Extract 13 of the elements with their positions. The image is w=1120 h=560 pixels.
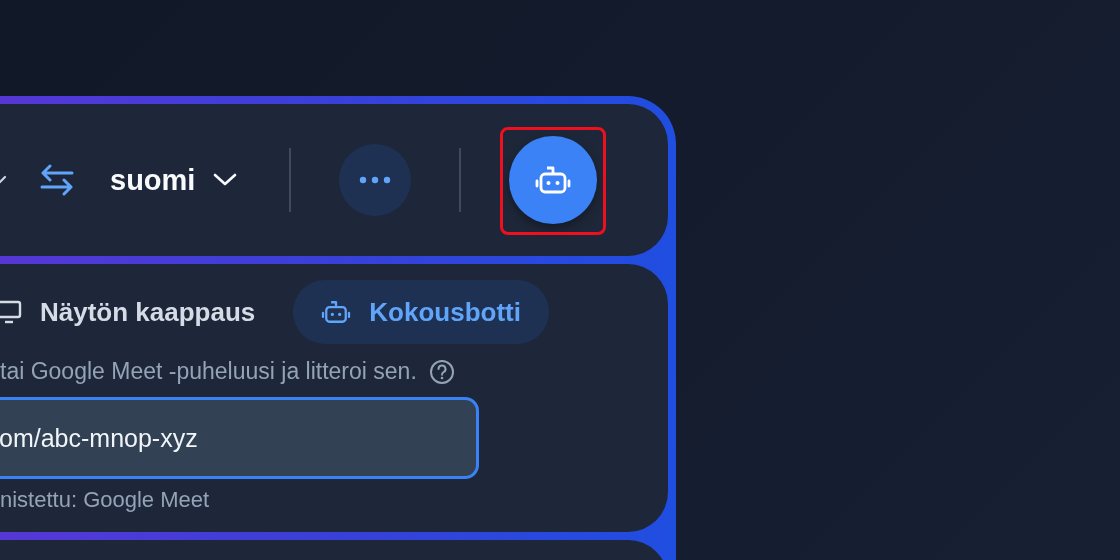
robot-icon [321, 299, 352, 325]
hint-text: tai Google Meet -puheluusi ja litteroi sen. [0, 358, 417, 385]
meeting-link-field[interactable]: om/abc-mnop-xyz [0, 397, 479, 479]
swap-arrows-icon[interactable] [40, 164, 74, 196]
language-dropdown[interactable]: suomi [110, 163, 238, 197]
help-icon[interactable] [428, 358, 455, 385]
monitor-icon [0, 300, 22, 324]
chevron-down-icon [213, 173, 238, 187]
source-tab[interactable]: Kokousbotti [293, 280, 549, 344]
detected-platform-text: nistettu: Google Meet [0, 487, 211, 513]
dots-icon [359, 176, 392, 184]
source-tab[interactable]: Näytön kaappaus [0, 280, 284, 344]
robot-icon [535, 164, 572, 196]
